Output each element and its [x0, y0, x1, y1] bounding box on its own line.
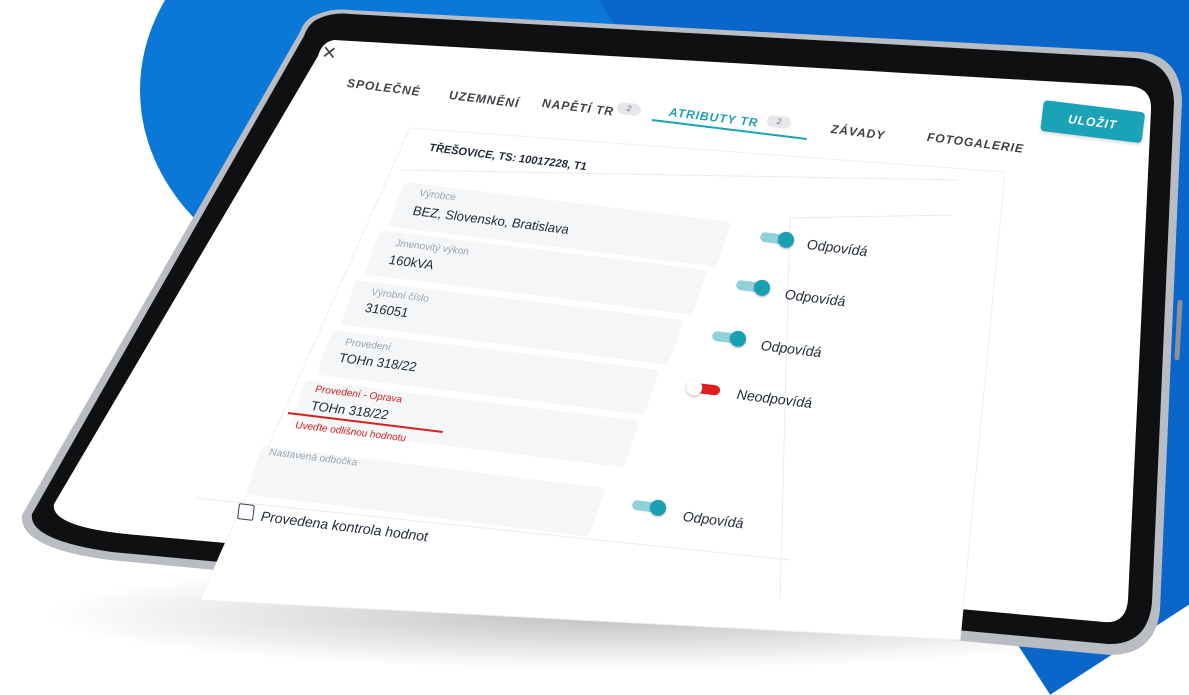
app-screen: ✕ SPOLEČNÉ UZEMNĚNÍ NAPĚTÍ TR 2 ATRIBUTY…: [0, 0, 1189, 667]
tablet-device: ✕ SPOLEČNÉ UZEMNĚNÍ NAPĚTÍ TR 2 ATRIBUTY…: [0, 0, 1189, 667]
checkbox[interactable]: [237, 503, 255, 521]
